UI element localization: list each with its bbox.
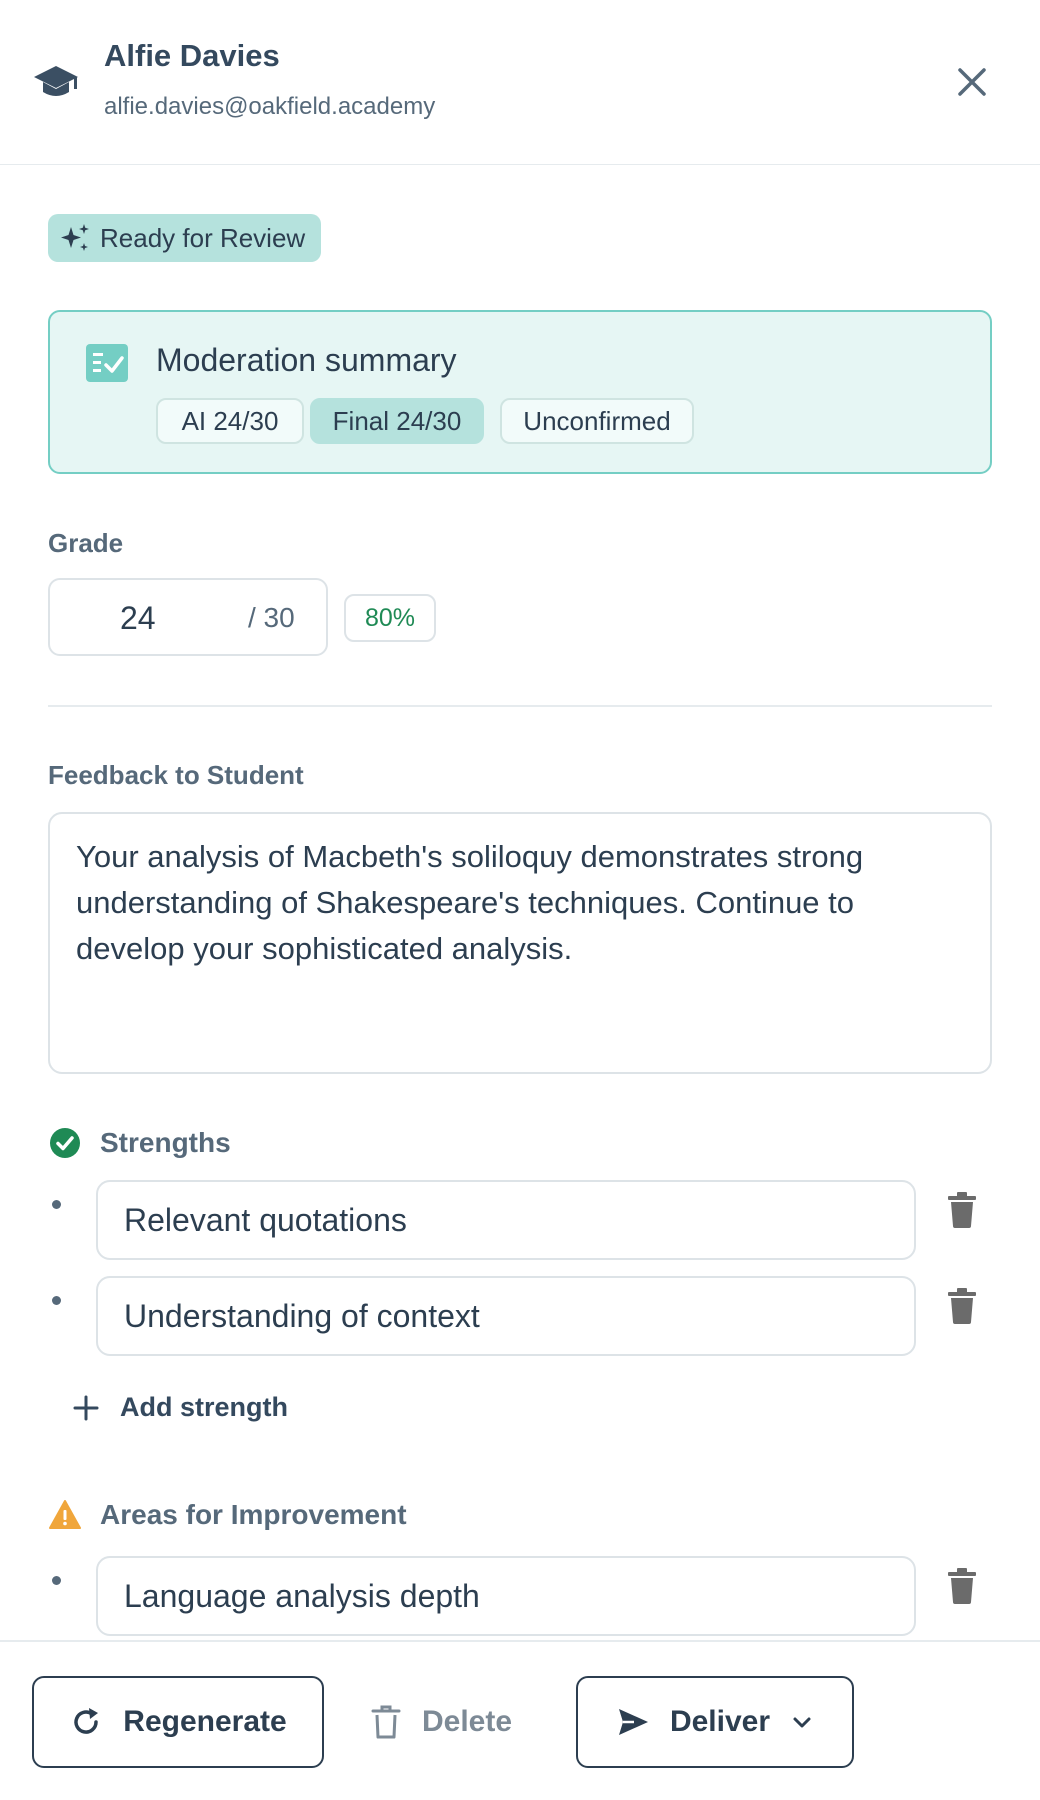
deliver-label: Deliver (669, 1705, 771, 1738)
improvements-label: Areas for Improvement (100, 1499, 407, 1530)
checklist-icon (86, 344, 128, 382)
add-strength-label: Add strength (120, 1392, 288, 1422)
status-badge: Ready for Review (48, 214, 322, 262)
feedback-textarea[interactable]: Your analysis of Macbeth's soliloquy dem… (48, 812, 992, 1074)
trash-icon[interactable] (946, 1192, 978, 1228)
grade-input[interactable]: 24 / 30 (48, 578, 328, 656)
strengths-header: Strengths (48, 1126, 231, 1160)
regenerate-button[interactable]: Regenerate (32, 1676, 324, 1768)
moderation-summary-card: Moderation summary AI 24/30 Final 24/30 … (48, 310, 992, 474)
action-footer: Regenerate Delete Deliver (0, 1640, 1040, 1800)
warning-icon (49, 1500, 81, 1529)
bullet (52, 1576, 61, 1585)
confirmation-status-chip: Unconfirmed (500, 398, 694, 444)
graduation-cap-icon (34, 66, 78, 96)
strength-input[interactable]: Understanding of context (96, 1276, 916, 1356)
trash-outline-icon (371, 1705, 401, 1739)
divider (48, 705, 992, 707)
grade-percent-badge: 80% (344, 594, 436, 642)
improvement-input[interactable]: Language analysis depth (96, 1556, 916, 1636)
student-name: Alfie Davies (104, 38, 280, 73)
strengths-label: Strengths (100, 1127, 231, 1158)
refresh-icon (74, 1708, 99, 1734)
sparkles-icon (61, 224, 89, 251)
regenerate-label: Regenerate (123, 1705, 287, 1738)
panel-header: Alfie Davies alfie.davies@oakfield.acade… (0, 0, 1040, 165)
bullet (52, 1200, 61, 1209)
trash-icon[interactable] (946, 1568, 978, 1604)
bullet (52, 1296, 61, 1305)
plus-icon (73, 1395, 99, 1420)
send-icon (618, 1709, 648, 1735)
delete-label: Delete (422, 1705, 513, 1738)
close-icon[interactable] (950, 60, 994, 104)
check-circle-icon (50, 1128, 80, 1158)
improvements-header: Areas for Improvement (48, 1498, 407, 1532)
moderation-title: Moderation summary (156, 342, 457, 378)
grade-value[interactable]: 24 (120, 600, 156, 637)
ai-grade-chip: AI 24/30 (156, 398, 304, 444)
final-grade-chip: Final 24/30 (310, 398, 484, 444)
add-strength-button[interactable]: Add strength (72, 1392, 288, 1423)
student-email: alfie.davies@oakfield.academy (104, 93, 436, 120)
grade-label: Grade (48, 528, 124, 558)
chevron-down-icon (793, 1717, 811, 1728)
grade-max: / 30 (248, 602, 295, 633)
deliver-button[interactable]: Deliver (576, 1676, 854, 1768)
trash-icon[interactable] (946, 1288, 978, 1324)
strength-input[interactable]: Relevant quotations (96, 1180, 916, 1260)
delete-button[interactable]: Delete (370, 1676, 512, 1768)
feedback-label: Feedback to Student (48, 760, 304, 790)
status-label: Ready for Review (100, 222, 306, 253)
